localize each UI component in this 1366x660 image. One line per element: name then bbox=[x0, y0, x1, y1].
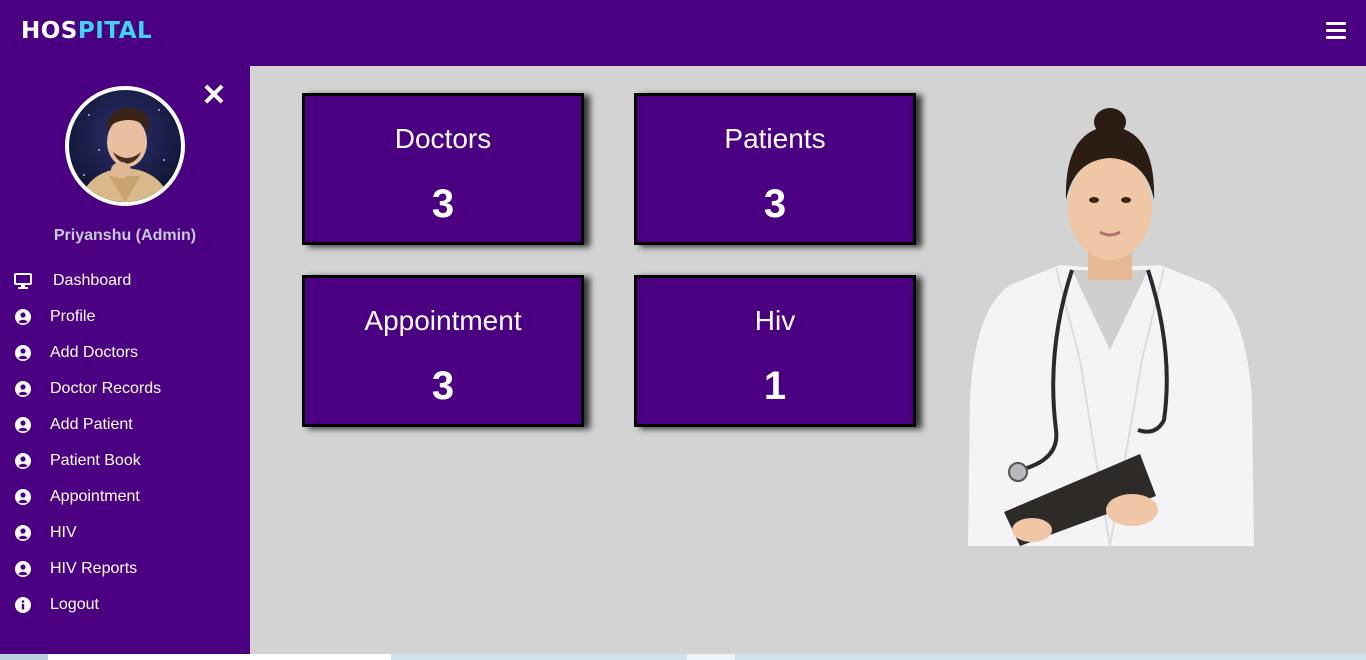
card-value: 1 bbox=[763, 364, 787, 408]
user-circle-icon bbox=[14, 453, 32, 469]
sidebar-item-label: Patient Book bbox=[50, 452, 141, 469]
patients-card[interactable]: Patients 3 bbox=[634, 93, 916, 245]
admin-name: Priyanshu (Admin) bbox=[53, 227, 197, 244]
sidebar-item-doctor-records[interactable]: Doctor Records bbox=[0, 371, 250, 407]
sidebar-item-add-patient[interactable]: Add Patient bbox=[0, 407, 250, 443]
user-circle-icon bbox=[14, 489, 32, 505]
sidebar-item-hiv-reports[interactable]: HIV Reports bbox=[0, 551, 250, 587]
sidebar-nav: Dashboard Profile Add Doctors Doctor Rec… bbox=[0, 263, 250, 623]
sidebar-item-label: HIV bbox=[50, 524, 77, 541]
user-circle-icon bbox=[14, 381, 32, 397]
doctors-card[interactable]: Doctors 3 bbox=[302, 93, 584, 245]
sidebar-item-patient-book[interactable]: Patient Book bbox=[0, 443, 250, 479]
sidebar-item-label: Add Doctors bbox=[50, 344, 139, 361]
sidebar-item-label: Dashboard bbox=[53, 272, 132, 289]
sidebar-item-appointment[interactable]: Appointment bbox=[0, 479, 250, 515]
sidebar-item-label: HIV Reports bbox=[50, 560, 138, 577]
appointment-card[interactable]: Appointment 3 bbox=[302, 275, 584, 427]
bottom-strip bbox=[0, 654, 1366, 660]
doctor-illustration bbox=[960, 100, 1260, 547]
sidebar-item-profile[interactable]: Profile bbox=[0, 299, 250, 335]
sidebar-item-label: Logout bbox=[50, 596, 99, 613]
top-navbar: HOSPITAL bbox=[0, 0, 1366, 66]
close-sidebar-icon[interactable]: ✕ bbox=[201, 81, 227, 111]
sidebar: ✕ Priyanshu (Admin) Dashboard Profile Ad… bbox=[0, 66, 250, 654]
brand-text-part2: PITAL bbox=[77, 18, 153, 44]
card-value: 3 bbox=[431, 182, 455, 226]
info-circle-icon bbox=[14, 597, 32, 613]
card-value: 3 bbox=[763, 182, 787, 226]
sidebar-item-label: Appointment bbox=[50, 488, 140, 505]
monitor-icon bbox=[14, 273, 32, 289]
sidebar-item-add-doctors[interactable]: Add Doctors bbox=[0, 335, 250, 371]
brand-text-part1: HOS bbox=[21, 18, 78, 44]
sidebar-item-label: Add Patient bbox=[50, 416, 133, 433]
user-circle-icon bbox=[14, 561, 32, 577]
sidebar-item-label: Profile bbox=[50, 308, 96, 325]
sidebar-item-hiv[interactable]: HIV bbox=[0, 515, 250, 551]
card-title: Doctors bbox=[394, 123, 492, 154]
user-circle-icon bbox=[14, 345, 32, 361]
hiv-card[interactable]: Hiv 1 bbox=[634, 275, 916, 427]
card-title: Hiv bbox=[754, 305, 796, 336]
hamburger-menu-icon[interactable] bbox=[1326, 22, 1346, 40]
sidebar-item-logout[interactable]: Logout bbox=[0, 587, 250, 623]
sidebar-item-dashboard[interactable]: Dashboard bbox=[0, 263, 250, 299]
card-value: 3 bbox=[431, 364, 455, 408]
card-title: Appointment bbox=[364, 305, 522, 336]
user-circle-icon bbox=[14, 309, 32, 325]
user-circle-icon bbox=[14, 525, 32, 541]
brand-logo[interactable]: HOSPITAL bbox=[21, 18, 152, 44]
card-title: Patients bbox=[724, 123, 826, 154]
avatar bbox=[65, 86, 185, 206]
sidebar-item-label: Doctor Records bbox=[50, 380, 162, 397]
user-circle-icon bbox=[14, 417, 32, 433]
